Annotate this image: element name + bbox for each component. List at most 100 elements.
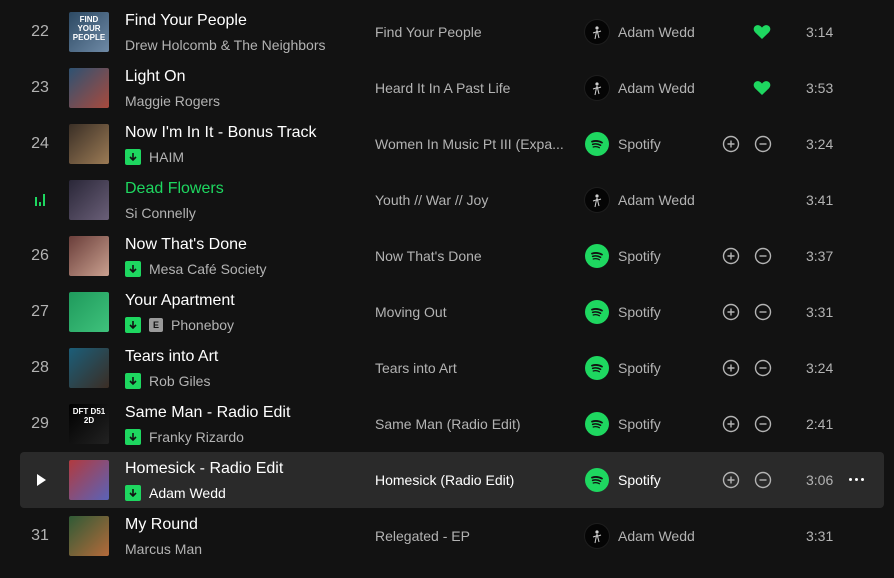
added-by[interactable]: Spotify [585, 116, 661, 172]
track-album[interactable]: Homesick (Radio Edit) [375, 452, 514, 508]
track-title[interactable]: Same Man - Radio Edit [125, 404, 290, 422]
track-duration: 3:37 [806, 248, 834, 264]
track-duration: 3:14 [806, 24, 834, 40]
artist-line: E Phoneboy [125, 317, 234, 333]
added-by[interactable]: Adam Wedd [585, 508, 695, 564]
more-icon[interactable] [849, 478, 864, 481]
track-number: 27 [31, 303, 49, 320]
track-artist[interactable]: Maggie Rogers [125, 93, 220, 109]
track-row[interactable]: 29 DFT D51 2D Same Man - Radio Edit Franky … [20, 396, 884, 452]
plus-circle-icon[interactable] [722, 471, 740, 489]
track-artist[interactable]: Franky Rizardo [149, 429, 244, 445]
explicit-badge: E [149, 318, 163, 332]
minus-circle-icon[interactable] [754, 135, 772, 153]
added-by[interactable]: Spotify [585, 284, 661, 340]
track-row[interactable]: 24 Now I'm In It - Bonus Track HAIM Women I… [20, 116, 884, 172]
minus-circle-icon[interactable] [754, 359, 772, 377]
track-row[interactable]: 26 Now That's Done Mesa Café Society Now Th… [20, 228, 884, 284]
album-cover [69, 68, 109, 108]
plus-circle-icon[interactable] [722, 415, 740, 433]
track-title[interactable]: Find Your People [125, 12, 247, 30]
track-album[interactable]: Tears into Art [375, 340, 457, 396]
cover-text: FIND YOUR PEOPLE [72, 15, 106, 42]
plus-circle-icon[interactable] [722, 303, 740, 321]
track-artist[interactable]: HAIM [149, 149, 184, 165]
minus-circle-icon[interactable] [754, 415, 772, 433]
added-by[interactable]: Adam Wedd [585, 4, 695, 60]
minus-circle-icon[interactable] [754, 471, 772, 489]
track-artist[interactable]: Phoneboy [171, 317, 234, 333]
album-cover [69, 236, 109, 276]
track-row[interactable]: Dead Flowers Si Connelly Youth // War // J… [20, 172, 884, 228]
minus-circle-icon[interactable] [754, 247, 772, 265]
cover-text: DFT D51 2D [72, 407, 106, 425]
plus-circle-icon[interactable] [722, 135, 740, 153]
track-title[interactable]: Now That's Done [125, 236, 247, 254]
added-by[interactable]: Spotify [585, 340, 661, 396]
track-row[interactable]: 22 FIND YOUR PEOPLE Find Your People Drew H… [20, 4, 884, 60]
track-album[interactable]: Heard It In A Past Life [375, 60, 510, 116]
track-row[interactable]: 28 Tears into Art Rob Giles Tears into Art S… [20, 340, 884, 396]
download-arrow-icon [125, 373, 141, 389]
track-number: 23 [31, 79, 49, 96]
play-icon[interactable] [20, 452, 60, 508]
track-number: 26 [31, 247, 49, 264]
track-title[interactable]: Tears into Art [125, 348, 218, 366]
track-number: 24 [31, 135, 49, 152]
user-avatar [585, 524, 609, 548]
track-row[interactable]: 23 Light On Maggie Rogers Heard It In A Pas… [20, 60, 884, 116]
plus-circle-icon[interactable] [722, 247, 740, 265]
track-row[interactable]: 27 Your Apartment E Phoneboy Moving Out Spoti… [20, 284, 884, 340]
artist-line: Franky Rizardo [125, 429, 244, 445]
added-by[interactable]: Spotify [585, 396, 661, 452]
track-album[interactable]: Now That's Done [375, 228, 482, 284]
download-arrow-icon [125, 429, 141, 445]
track-artist[interactable]: Rob Giles [149, 373, 210, 389]
track-album[interactable]: Relegated - EP [375, 508, 470, 564]
track-artist[interactable]: Mesa Café Society [149, 261, 267, 277]
spotify-icon [585, 132, 609, 156]
track-row[interactable]: 31 My Round Marcus Man Relegated - EP Adam W… [20, 508, 884, 564]
track-list: 22 FIND YOUR PEOPLE Find Your People Drew H… [20, 4, 884, 564]
track-album[interactable]: Moving Out [375, 284, 447, 340]
track-artist[interactable]: Adam Wedd [149, 485, 226, 501]
user-avatar [585, 76, 609, 100]
added-by[interactable]: Adam Wedd [585, 172, 695, 228]
heart-icon[interactable] [753, 80, 771, 96]
minus-circle-icon[interactable] [754, 303, 772, 321]
track-duration: 3:24 [806, 136, 834, 152]
artist-line: Marcus Man [125, 541, 202, 557]
track-title[interactable]: Dead Flowers [125, 180, 224, 198]
added-by[interactable]: Spotify [585, 228, 661, 284]
track-artist[interactable]: Si Connelly [125, 205, 196, 221]
added-by[interactable]: Adam Wedd [585, 60, 695, 116]
track-title[interactable]: Homesick - Radio Edit [125, 460, 283, 478]
track-title[interactable]: Light On [125, 68, 185, 86]
added-by[interactable]: Spotify [585, 452, 661, 508]
track-album[interactable]: Women In Music Pt III (Expa... [375, 116, 564, 172]
equalizer-icon [20, 172, 60, 228]
spotify-icon [585, 244, 609, 268]
spotify-icon [585, 412, 609, 436]
track-album[interactable]: Same Man (Radio Edit) [375, 396, 521, 452]
track-album[interactable]: Find Your People [375, 4, 482, 60]
artist-line: Rob Giles [125, 373, 210, 389]
track-title[interactable]: Now I'm In It - Bonus Track [125, 124, 317, 142]
track-duration: 2:41 [806, 416, 834, 432]
album-cover: DFT D51 2D [69, 404, 109, 444]
track-artist[interactable]: Drew Holcomb & The Neighbors [125, 37, 326, 53]
track-title[interactable]: Your Apartment [125, 292, 235, 310]
download-arrow-icon [125, 261, 141, 277]
album-cover [69, 292, 109, 332]
track-title[interactable]: My Round [125, 516, 198, 534]
added-by-name: Spotify [618, 472, 661, 488]
track-artist[interactable]: Marcus Man [125, 541, 202, 557]
track-number: 22 [31, 23, 49, 40]
track-row[interactable]: Homesick - Radio Edit Adam Wedd Homesick (… [20, 452, 884, 508]
added-by-name: Adam Wedd [618, 192, 695, 208]
track-album[interactable]: Youth // War // Joy [375, 172, 488, 228]
added-by-name: Adam Wedd [618, 528, 695, 544]
heart-icon[interactable] [753, 24, 771, 40]
plus-circle-icon[interactable] [722, 359, 740, 377]
download-arrow-icon [125, 485, 141, 501]
